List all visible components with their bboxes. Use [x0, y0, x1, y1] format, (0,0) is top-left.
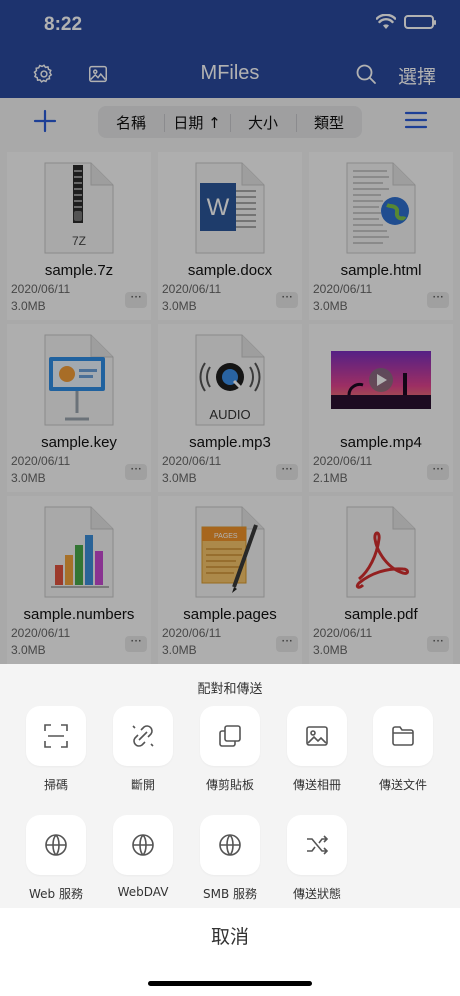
- globe-icon: [217, 832, 243, 858]
- cancel-area: 取消: [0, 908, 460, 996]
- scan-icon: [43, 723, 69, 749]
- folder-icon: [390, 723, 416, 749]
- clipboard-icon: [217, 723, 243, 749]
- action-clipboard[interactable]: 傳剪貼板: [187, 706, 273, 793]
- action-webdav[interactable]: WebDAV: [100, 815, 186, 899]
- action-scan[interactable]: 掃碼: [13, 706, 99, 793]
- action-send-files[interactable]: 傳送文件: [360, 706, 446, 793]
- action-transfer-status[interactable]: 傳送狀態: [274, 815, 360, 902]
- cancel-button[interactable]: 取消: [0, 922, 460, 949]
- modal-dim-overlay[interactable]: [0, 0, 460, 664]
- home-indicator: [148, 981, 312, 986]
- pair-transfer-sheet: 配對和傳送 掃碼 斷開 傳剪貼板 傳送相冊 傳送文件 Web 服務 WebDAV: [0, 664, 460, 908]
- shuffle-icon: [304, 832, 330, 858]
- action-web-service[interactable]: Web 服務: [13, 815, 99, 902]
- action-smb-service[interactable]: SMB 服務: [187, 815, 273, 902]
- unlink-icon: [130, 723, 156, 749]
- photo-icon: [304, 723, 330, 749]
- globe-icon: [43, 832, 69, 858]
- sheet-title: 配對和傳送: [197, 682, 263, 697]
- globe-icon: [130, 832, 156, 858]
- action-send-photos[interactable]: 傳送相冊: [274, 706, 360, 793]
- action-disconnect[interactable]: 斷開: [100, 706, 186, 793]
